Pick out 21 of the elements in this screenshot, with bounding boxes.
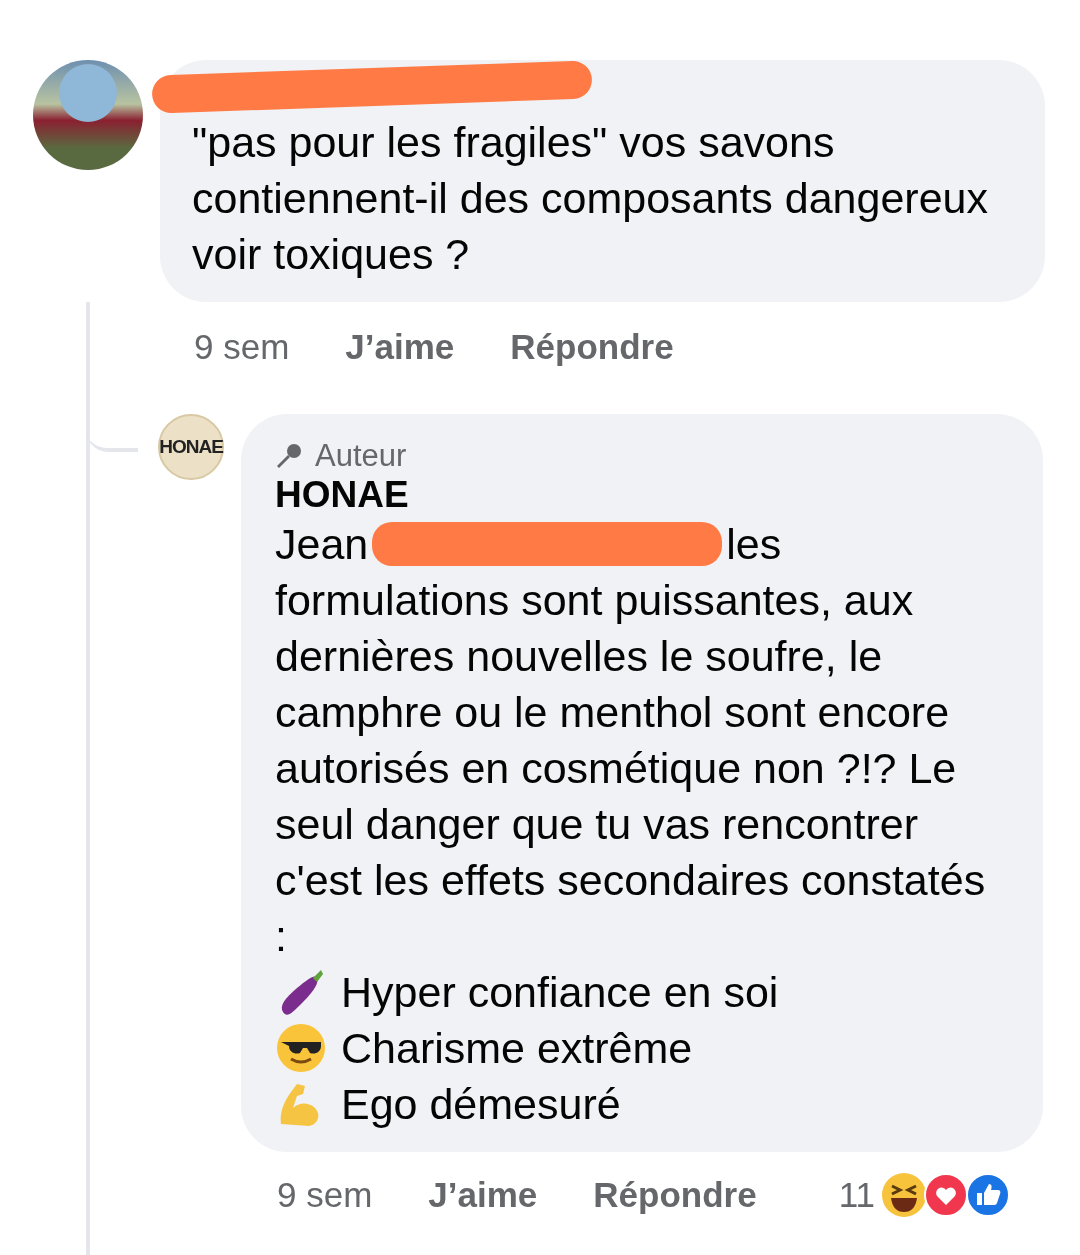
- list-item-text: Hyper confiance en soi: [341, 967, 779, 1018]
- reply-link[interactable]: Répondre: [510, 327, 674, 367]
- reply-text: formulations sont puissantes, aux dernières nouvelles le soufre, le camphre ou le menthol sont encore autorisés en cosmétique non ?!? Le seul danger que tu vas rencontrer c'est les effets secondaires constatés :: [275, 575, 987, 962]
- sunglasses-face-icon: [275, 1022, 327, 1074]
- reaction-count[interactable]: 11: [838, 1175, 875, 1215]
- list-item-text: Ego démesuré: [341, 1079, 621, 1130]
- like-link[interactable]: J’aime: [428, 1175, 538, 1215]
- like-link[interactable]: J’aime: [345, 327, 455, 367]
- reply-text-lead: Jean: [275, 519, 369, 570]
- author-label: Auteur: [315, 438, 407, 474]
- reply-text-start: les: [726, 519, 782, 570]
- reply-link[interactable]: Répondre: [593, 1175, 757, 1215]
- reply-time: 9 sem: [277, 1175, 373, 1215]
- comment-time: 9 sem: [194, 327, 290, 367]
- comment-text: "pas pour les fragiles" vos savons contiennent-il des composants dangereux voir toxiques ?: [192, 117, 989, 280]
- microphone-icon: [275, 442, 303, 470]
- thumbs-up-icon[interactable]: [965, 1172, 1011, 1218]
- list-item-text: Charisme extrême: [341, 1023, 693, 1074]
- page-avatar[interactable]: HONAE: [158, 414, 224, 480]
- author-name[interactable]: HONAE: [275, 474, 1009, 516]
- laughing-face-icon[interactable]: [881, 1172, 927, 1218]
